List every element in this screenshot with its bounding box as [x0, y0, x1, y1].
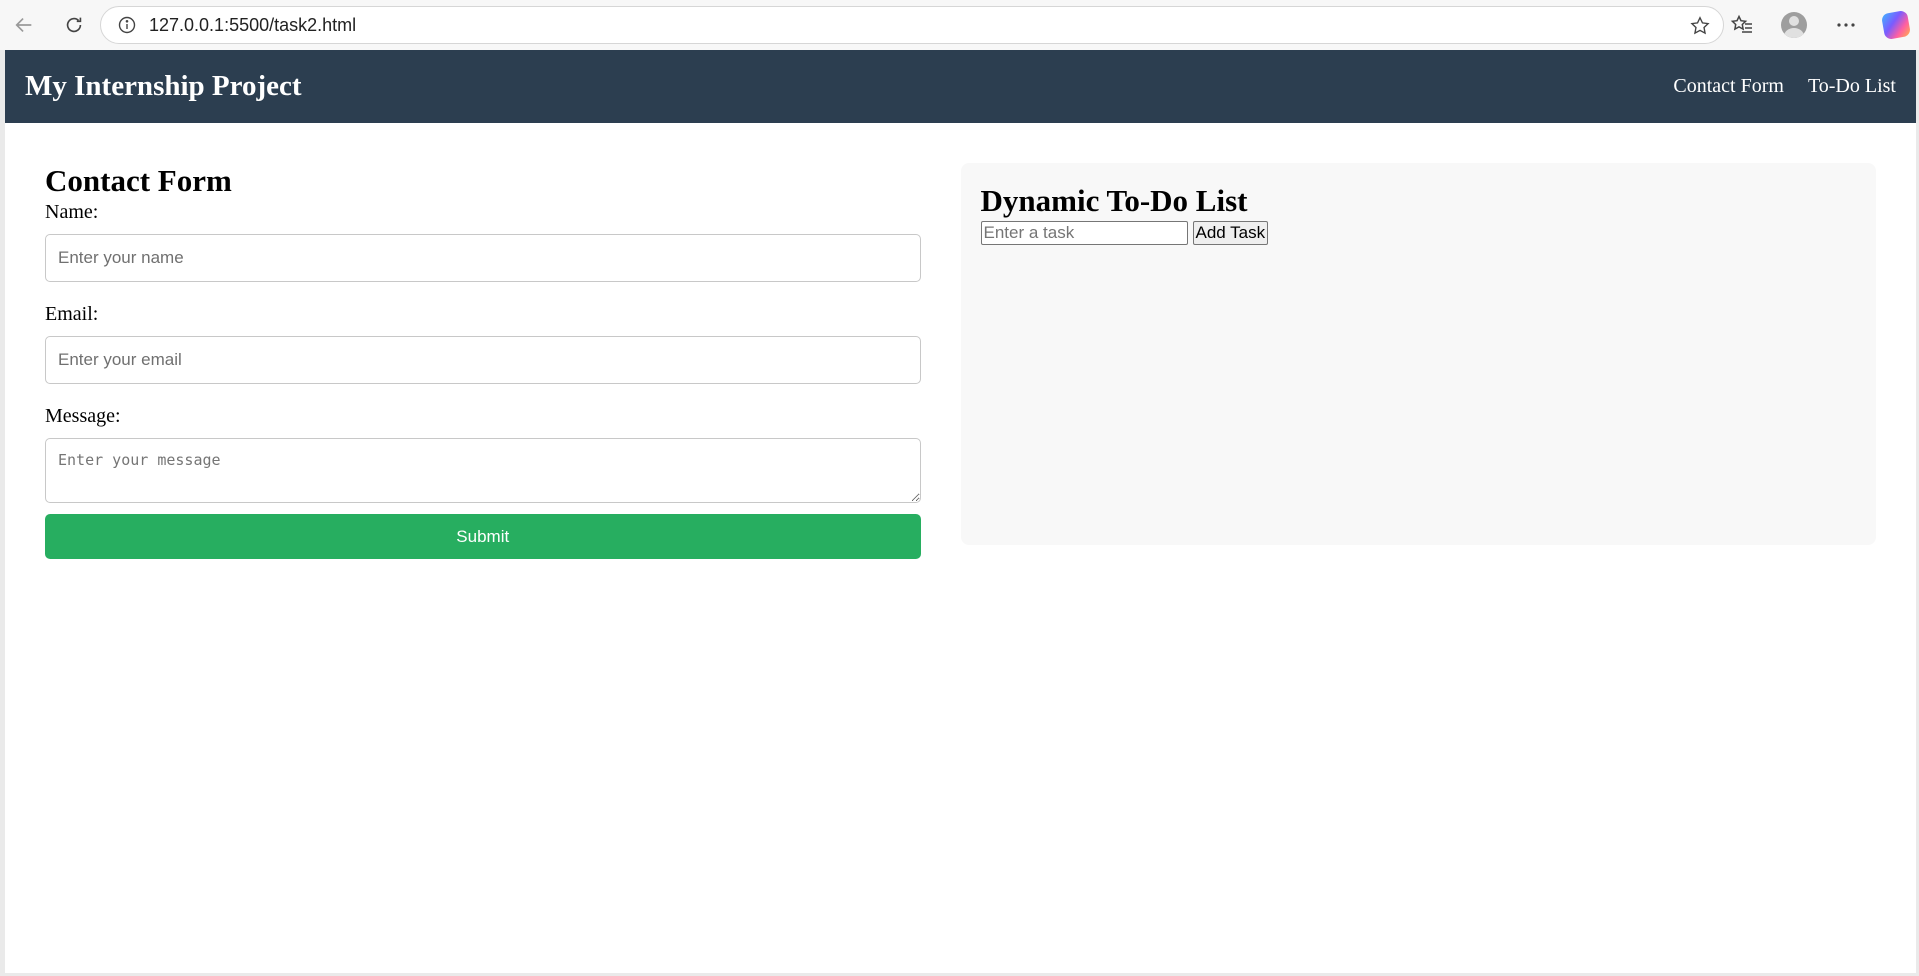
- message-textarea[interactable]: [45, 438, 921, 503]
- url-text[interactable]: 127.0.0.1:5500/task2.html: [149, 15, 356, 36]
- page-viewport: My Internship Project Contact Form To-Do…: [5, 50, 1916, 973]
- info-icon[interactable]: [117, 15, 137, 35]
- address-bar[interactable]: 127.0.0.1:5500/task2.html: [100, 6, 1724, 44]
- contact-form-title: Contact Form: [45, 163, 232, 198]
- site-nav: Contact Form To-Do List: [1653, 75, 1896, 98]
- message-label: Message:: [45, 405, 121, 427]
- avatar: [1781, 12, 1807, 38]
- browser-toolbar: 127.0.0.1:5500/task2.html: [0, 0, 1919, 50]
- more-icon[interactable]: [1823, 2, 1869, 48]
- todo-input-row: Add Task: [980, 221, 1857, 245]
- todo-section: Dynamic To-Do List Add Task: [960, 163, 1876, 545]
- copilot-logo: [1880, 9, 1912, 41]
- email-input[interactable]: [45, 336, 921, 384]
- favorites-icon[interactable]: [1719, 2, 1765, 48]
- site-title: My Internship Project: [25, 70, 302, 102]
- nav-link-todo-list[interactable]: To-Do List: [1808, 75, 1896, 97]
- copilot-icon[interactable]: [1873, 2, 1919, 48]
- contact-form-section: Contact Form Name: Email: Message: Submi…: [45, 163, 921, 559]
- back-arrow-icon[interactable]: [6, 7, 42, 43]
- star-icon[interactable]: [1689, 15, 1711, 37]
- task-input[interactable]: [980, 221, 1188, 245]
- submit-button[interactable]: Submit: [45, 514, 921, 559]
- todo-title: Dynamic To-Do List: [980, 183, 1248, 218]
- name-label: Name:: [45, 201, 99, 223]
- add-task-button[interactable]: Add Task: [1192, 221, 1269, 245]
- main-content: Contact Form Name: Email: Message: Submi…: [5, 123, 1916, 599]
- reload-icon[interactable]: [56, 7, 92, 43]
- nav-link-contact-form[interactable]: Contact Form: [1673, 75, 1784, 97]
- toolbar-right: [1719, 0, 1919, 50]
- profile-icon[interactable]: [1771, 2, 1817, 48]
- email-label: Email:: [45, 303, 99, 325]
- name-input[interactable]: [45, 234, 921, 282]
- site-header: My Internship Project Contact Form To-Do…: [5, 50, 1916, 123]
